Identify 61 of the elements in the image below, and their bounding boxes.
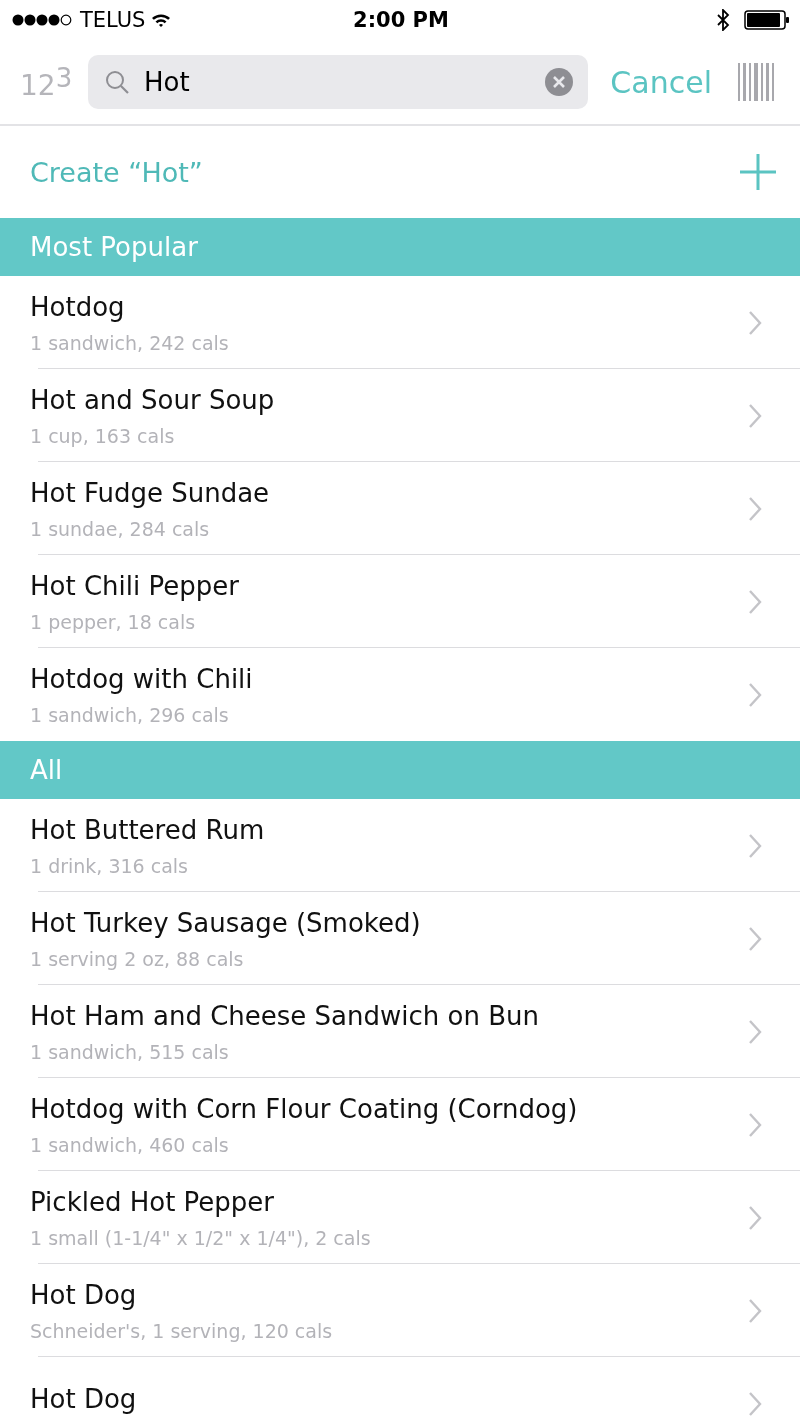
list-item[interactable]: Hot Dog bbox=[0, 1357, 800, 1422]
item-name: Hot Fudge Sundae bbox=[30, 477, 270, 508]
item-detail: 1 sandwich, 515 cals bbox=[30, 1040, 230, 1063]
chevron-icon bbox=[748, 1111, 762, 1138]
item-name: Hotdog with Corn Flour Coating (Corndog) bbox=[30, 1093, 578, 1124]
item-name: Hot and Sour Soup bbox=[30, 384, 275, 415]
item-detail: 1 small (1-1/4" x 1/2" x 1/4"), 2 cals bbox=[30, 1226, 371, 1249]
status-time: 2:00 PM bbox=[353, 8, 449, 32]
item-detail: 1 serving 2 oz, 88 cals bbox=[30, 947, 245, 970]
item-name: Hot Dog bbox=[30, 1383, 137, 1414]
item-detail: 1 drink, 316 cals bbox=[30, 854, 189, 877]
list-item[interactable]: Hotdog with Corn Flour Coating (Corndog) 1 sandwich, 460 cals bbox=[0, 1078, 800, 1171]
list-item[interactable]: Hotdog 1 sandwich, 242 cals bbox=[0, 276, 800, 369]
item-detail: 1 sandwich, 296 cals bbox=[30, 703, 230, 726]
item-name: Hot Dog bbox=[30, 1279, 138, 1310]
item-name: Hotdog bbox=[30, 291, 126, 322]
list-item[interactable]: Hot Chili Pepper 1 pepper, 18 cals bbox=[0, 555, 800, 648]
chevron-icon bbox=[748, 832, 762, 859]
item-name: Hot Chili Pepper bbox=[30, 570, 239, 601]
item-name: Hot Buttered Rum bbox=[30, 814, 265, 845]
list-item[interactable]: Hot and Sour Soup 1 cup, 163 cals bbox=[0, 369, 800, 462]
search-field[interactable]: Hot bbox=[88, 55, 589, 109]
bluetooth-icon bbox=[716, 9, 730, 31]
create-label: Create “Hot” bbox=[30, 156, 203, 188]
item-detail: 1 sandwich, 460 cals bbox=[30, 1133, 230, 1156]
item-detail: 1 cup, 163 cals bbox=[30, 424, 176, 447]
list-item[interactable]: Hot Turkey Sausage (Smoked) 1 serving 2 oz, 88 cals bbox=[0, 892, 800, 985]
chevron-icon bbox=[748, 495, 762, 522]
list-item[interactable]: Hot Buttered Rum 1 drink, 316 cals bbox=[0, 799, 800, 892]
section-header: Most Popular bbox=[0, 218, 800, 276]
chevron-icon bbox=[748, 1390, 762, 1417]
chevron-icon bbox=[748, 1018, 762, 1045]
clear-icon[interactable] bbox=[545, 68, 574, 96]
wifi-icon bbox=[151, 12, 172, 28]
chevron-icon bbox=[748, 1204, 762, 1231]
chevron-icon bbox=[748, 1297, 762, 1324]
item-detail: 1 sundae, 284 cals bbox=[30, 517, 211, 540]
item-name: Hot Ham and Cheese Sandwich on Bun bbox=[30, 1000, 539, 1031]
item-name: Hotdog with Chili bbox=[30, 663, 253, 694]
item-name: Hot Turkey Sausage (Smoked) bbox=[30, 907, 421, 938]
chevron-icon bbox=[748, 925, 762, 952]
battery-icon bbox=[744, 10, 790, 30]
item-detail: 1 pepper, 18 cals bbox=[30, 610, 197, 633]
plus-icon[interactable] bbox=[740, 154, 776, 190]
list-item[interactable]: Hot Ham and Cheese Sandwich on Bun 1 sandwich, 515 cals bbox=[0, 985, 800, 1078]
list-item[interactable]: Hotdog with Chili 1 sandwich, 296 cals bbox=[0, 648, 800, 741]
chevron-icon bbox=[748, 588, 762, 615]
section-header: All bbox=[0, 741, 800, 799]
list-item[interactable]: Pickled Hot Pepper 1 small (1-1/4" x 1/2" x 1/4"), 2 cals bbox=[0, 1171, 800, 1264]
signal-icon bbox=[12, 14, 74, 26]
item-detail: Schneider's, 1 serving, 120 cals bbox=[30, 1319, 333, 1342]
chevron-icon bbox=[748, 681, 762, 708]
chevron-icon bbox=[748, 309, 762, 336]
chevron-icon bbox=[748, 402, 762, 429]
item-detail: 1 sandwich, 242 cals bbox=[30, 331, 229, 354]
carrier-name: TELUS bbox=[80, 8, 146, 32]
list-item[interactable]: Hot Dog Schneider's, 1 serving, 120 cals bbox=[0, 1264, 800, 1357]
item-name: Pickled Hot Pepper bbox=[30, 1186, 276, 1217]
list-item[interactable]: Hot Fudge Sundae 1 sundae, 284 cals bbox=[0, 462, 800, 555]
barcode-icon[interactable] bbox=[738, 63, 774, 101]
search-icon bbox=[104, 69, 130, 95]
